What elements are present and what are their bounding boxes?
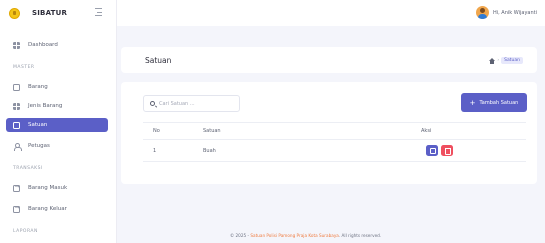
- section-master-label: MASTER: [13, 65, 35, 70]
- page-title: Satuan: [145, 56, 172, 65]
- sidebar-item-label: Barang Masuk: [28, 185, 68, 191]
- section-laporan-label: LAPORAN: [13, 229, 38, 234]
- sidebar-item-barang-masuk[interactable]: Barang Masuk: [6, 181, 108, 195]
- cell-no: 1: [153, 147, 157, 154]
- add-satuan-label: Tambah Satuan: [479, 99, 519, 106]
- cell-satuan: Buah: [203, 147, 216, 154]
- user-icon: [13, 142, 22, 151]
- sidebar: SIBATUR Dashboard MASTER Barang Jenis Ba…: [0, 0, 117, 243]
- sidebar-item-label: Barang Keluar: [28, 206, 67, 212]
- sidebar-item-label: Barang: [28, 84, 48, 90]
- sidebar-item-label: Dashboard: [28, 42, 58, 48]
- footer: © 2025 - Satuan Polisi Pamong Praja Kota…: [230, 233, 381, 238]
- home-icon[interactable]: [489, 57, 496, 64]
- search-icon: [150, 101, 155, 106]
- brand-name: SIBATUR: [32, 9, 68, 17]
- sidebar-item-label: Jenis Barang: [28, 103, 63, 109]
- column-header-aksi: Aksi: [421, 128, 432, 134]
- category-icon: [13, 102, 20, 110]
- user-name: Hi, Anik Wijayanti: [492, 9, 537, 16]
- page-header-card: Satuan › Satuan: [121, 47, 537, 73]
- footer-org-link[interactable]: Satuan Polisi Pamong Praja Kota Surabaya: [250, 233, 339, 238]
- logo-icon: [9, 7, 20, 19]
- table-card: + Tambah Satuan No Satuan Aksi 1 Buah: [121, 82, 537, 184]
- sidebar-item-barang[interactable]: Barang: [6, 80, 108, 94]
- breadcrumb-separator: ›: [497, 58, 500, 63]
- table-header: No Satuan Aksi: [143, 122, 526, 140]
- unit-icon: [13, 121, 20, 129]
- column-header-satuan: Satuan: [203, 128, 221, 134]
- sidebar-item-label: Satuan: [28, 122, 48, 128]
- footer-copyright: © 2025 -: [230, 233, 251, 238]
- box-icon: [13, 83, 20, 91]
- add-satuan-button[interactable]: + Tambah Satuan: [461, 93, 527, 112]
- topbar: Hi, Anik Wijayanti: [117, 0, 545, 26]
- sign-in-icon: [13, 183, 20, 192]
- footer-rights: . All rights reserved.: [338, 233, 382, 238]
- table-row: 1 Buah: [143, 140, 526, 162]
- menu-toggle-icon[interactable]: [95, 8, 102, 16]
- sidebar-item-satuan[interactable]: Satuan: [6, 118, 108, 132]
- edit-button[interactable]: [426, 145, 438, 156]
- dashboard-icon: [13, 41, 20, 49]
- plus-icon: +: [469, 98, 476, 107]
- breadcrumb-current: Satuan: [501, 57, 523, 64]
- search-box[interactable]: [143, 95, 240, 112]
- search-input[interactable]: [159, 100, 229, 107]
- sidebar-item-barang-keluar[interactable]: Barang Keluar: [6, 202, 108, 216]
- sidebar-item-dashboard[interactable]: Dashboard: [6, 38, 108, 52]
- sidebar-item-jenis-barang[interactable]: Jenis Barang: [6, 99, 108, 113]
- section-transaksi-label: TRANSAKSI: [13, 166, 43, 171]
- avatar[interactable]: [475, 6, 489, 19]
- column-header-no: No: [153, 128, 160, 134]
- sidebar-item-label: Petugas: [28, 143, 50, 149]
- sidebar-item-petugas[interactable]: Petugas: [6, 139, 108, 153]
- delete-button[interactable]: [441, 145, 453, 156]
- user-menu[interactable]: Hi, Anik Wijayanti: [475, 6, 537, 19]
- sign-out-icon: [13, 204, 20, 213]
- breadcrumb: › Satuan: [489, 57, 523, 64]
